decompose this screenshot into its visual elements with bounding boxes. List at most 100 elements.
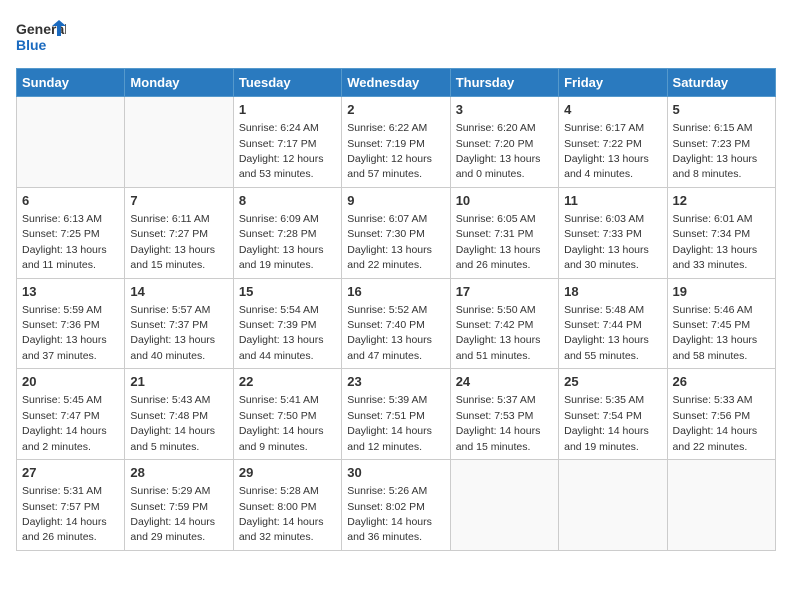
day-number: 29 [239, 464, 336, 482]
day-number: 11 [564, 192, 661, 210]
day-info: Sunrise: 5:29 AM Sunset: 7:59 PM Dayligh… [130, 485, 215, 543]
calendar-cell: 28 Sunrise: 5:29 AM Sunset: 7:59 PM Dayli… [125, 460, 233, 551]
day-number: 10 [456, 192, 553, 210]
calendar-cell [450, 460, 558, 551]
day-number: 17 [456, 283, 553, 301]
week-row-3: 13 Sunrise: 5:59 AM Sunset: 7:36 PM Dayli… [17, 278, 776, 369]
day-info: Sunrise: 6:11 AM Sunset: 7:27 PM Dayligh… [130, 213, 215, 271]
day-number: 30 [347, 464, 444, 482]
calendar-cell: 30 Sunrise: 5:26 AM Sunset: 8:02 PM Dayli… [342, 460, 450, 551]
calendar-cell [559, 460, 667, 551]
calendar-cell: 29 Sunrise: 5:28 AM Sunset: 8:00 PM Dayli… [233, 460, 341, 551]
calendar-cell [125, 97, 233, 188]
week-row-4: 20 Sunrise: 5:45 AM Sunset: 7:47 PM Dayli… [17, 369, 776, 460]
calendar-cell: 17 Sunrise: 5:50 AM Sunset: 7:42 PM Dayli… [450, 278, 558, 369]
calendar-cell: 19 Sunrise: 5:46 AM Sunset: 7:45 PM Dayli… [667, 278, 775, 369]
calendar-cell: 5 Sunrise: 6:15 AM Sunset: 7:23 PM Daylig… [667, 97, 775, 188]
day-number: 12 [673, 192, 770, 210]
calendar-table: SundayMondayTuesdayWednesdayThursdayFrid… [16, 68, 776, 551]
calendar-cell: 2Sunrise: 6:22 AM Sunset: 7:19 PM Daylig… [342, 97, 450, 188]
calendar-cell: 18Sunrise: 5:48 AM Sunset: 7:44 PM Dayli… [559, 278, 667, 369]
calendar-cell: 1 Sunrise: 6:24 AM Sunset: 7:17 PM Daylig… [233, 97, 341, 188]
day-info: Sunrise: 5:37 AM Sunset: 7:53 PM Dayligh… [456, 394, 541, 452]
calendar-cell: 21 Sunrise: 5:43 AM Sunset: 7:48 PM Dayli… [125, 369, 233, 460]
day-info: Sunrise: 5:50 AM Sunset: 7:42 PM Dayligh… [456, 304, 541, 362]
calendar-cell: 14 Sunrise: 5:57 AM Sunset: 7:37 PM Dayli… [125, 278, 233, 369]
day-info: Sunrise: 5:57 AM Sunset: 7:37 PM Dayligh… [130, 304, 215, 362]
day-info: Sunrise: 5:31 AM Sunset: 7:57 PM Dayligh… [22, 485, 107, 543]
calendar-cell: 25 Sunrise: 5:35 AM Sunset: 7:54 PM Dayli… [559, 369, 667, 460]
calendar-cell: 3 Sunrise: 6:20 AM Sunset: 7:20 PM Daylig… [450, 97, 558, 188]
calendar-cell: 26 Sunrise: 5:33 AM Sunset: 7:56 PM Dayli… [667, 369, 775, 460]
calendar-cell: 6Sunrise: 6:13 AM Sunset: 7:25 PM Daylig… [17, 187, 125, 278]
day-info: Sunrise: 6:09 AM Sunset: 7:28 PM Dayligh… [239, 213, 324, 271]
day-info: Sunrise: 5:48 AM Sunset: 7:44 PM Dayligh… [564, 304, 649, 362]
day-info: Sunrise: 5:26 AM Sunset: 8:02 PM Dayligh… [347, 485, 432, 543]
calendar-header-row: SundayMondayTuesdayWednesdayThursdayFrid… [17, 69, 776, 97]
day-info: Sunrise: 5:39 AM Sunset: 7:51 PM Dayligh… [347, 394, 432, 452]
day-number: 7 [130, 192, 227, 210]
day-number: 1 [239, 101, 336, 119]
calendar-cell: 16Sunrise: 5:52 AM Sunset: 7:40 PM Dayli… [342, 278, 450, 369]
page-header: General Blue [16, 16, 776, 60]
day-number: 28 [130, 464, 227, 482]
day-info: Sunrise: 6:15 AM Sunset: 7:23 PM Dayligh… [673, 122, 758, 180]
day-info: Sunrise: 6:20 AM Sunset: 7:20 PM Dayligh… [456, 122, 541, 180]
day-info: Sunrise: 6:17 AM Sunset: 7:22 PM Dayligh… [564, 122, 649, 180]
calendar-cell: 10 Sunrise: 6:05 AM Sunset: 7:31 PM Dayli… [450, 187, 558, 278]
day-info: Sunrise: 5:59 AM Sunset: 7:36 PM Dayligh… [22, 304, 107, 362]
calendar-cell: 12 Sunrise: 6:01 AM Sunset: 7:34 PM Dayli… [667, 187, 775, 278]
day-number: 21 [130, 373, 227, 391]
day-info: Sunrise: 6:03 AM Sunset: 7:33 PM Dayligh… [564, 213, 649, 271]
day-number: 25 [564, 373, 661, 391]
day-info: Sunrise: 6:24 AM Sunset: 7:17 PM Dayligh… [239, 122, 324, 180]
day-info: Sunrise: 5:45 AM Sunset: 7:47 PM Dayligh… [22, 394, 107, 452]
calendar-cell [667, 460, 775, 551]
calendar-cell: 9 Sunrise: 6:07 AM Sunset: 7:30 PM Daylig… [342, 187, 450, 278]
day-number: 20 [22, 373, 119, 391]
day-number: 4 [564, 101, 661, 119]
day-number: 19 [673, 283, 770, 301]
calendar-cell: 4 Sunrise: 6:17 AM Sunset: 7:22 PM Daylig… [559, 97, 667, 188]
day-info: Sunrise: 6:05 AM Sunset: 7:31 PM Dayligh… [456, 213, 541, 271]
calendar-cell: 8 Sunrise: 6:09 AM Sunset: 7:28 PM Daylig… [233, 187, 341, 278]
day-info: Sunrise: 5:28 AM Sunset: 8:00 PM Dayligh… [239, 485, 324, 543]
week-row-5: 27Sunrise: 5:31 AM Sunset: 7:57 PM Dayli… [17, 460, 776, 551]
day-info: Sunrise: 5:33 AM Sunset: 7:56 PM Dayligh… [673, 394, 758, 452]
day-info: Sunrise: 5:54 AM Sunset: 7:39 PM Dayligh… [239, 304, 324, 362]
day-number: 8 [239, 192, 336, 210]
header-day-friday: Friday [559, 69, 667, 97]
day-number: 15 [239, 283, 336, 301]
day-number: 9 [347, 192, 444, 210]
calendar-cell: 13 Sunrise: 5:59 AM Sunset: 7:36 PM Dayli… [17, 278, 125, 369]
day-number: 3 [456, 101, 553, 119]
calendar-cell: 27Sunrise: 5:31 AM Sunset: 7:57 PM Dayli… [17, 460, 125, 551]
header-day-saturday: Saturday [667, 69, 775, 97]
header-day-wednesday: Wednesday [342, 69, 450, 97]
day-number: 23 [347, 373, 444, 391]
calendar-cell: 22Sunrise: 5:41 AM Sunset: 7:50 PM Dayli… [233, 369, 341, 460]
day-number: 14 [130, 283, 227, 301]
day-info: Sunrise: 6:22 AM Sunset: 7:19 PM Dayligh… [347, 122, 432, 180]
calendar-cell: 7 Sunrise: 6:11 AM Sunset: 7:27 PM Daylig… [125, 187, 233, 278]
day-number: 13 [22, 283, 119, 301]
header-day-thursday: Thursday [450, 69, 558, 97]
logo-svg: General Blue [16, 16, 66, 60]
calendar-cell: 11 Sunrise: 6:03 AM Sunset: 7:33 PM Dayli… [559, 187, 667, 278]
day-number: 22 [239, 373, 336, 391]
day-number: 6 [22, 192, 119, 210]
day-number: 5 [673, 101, 770, 119]
header-day-sunday: Sunday [17, 69, 125, 97]
day-info: Sunrise: 5:35 AM Sunset: 7:54 PM Dayligh… [564, 394, 649, 452]
svg-text:Blue: Blue [16, 37, 47, 53]
day-info: Sunrise: 6:07 AM Sunset: 7:30 PM Dayligh… [347, 213, 432, 271]
calendar-cell: 20 Sunrise: 5:45 AM Sunset: 7:47 PM Dayli… [17, 369, 125, 460]
calendar-cell: 15 Sunrise: 5:54 AM Sunset: 7:39 PM Dayli… [233, 278, 341, 369]
calendar-cell [17, 97, 125, 188]
calendar-cell: 24Sunrise: 5:37 AM Sunset: 7:53 PM Dayli… [450, 369, 558, 460]
day-info: Sunrise: 6:01 AM Sunset: 7:34 PM Dayligh… [673, 213, 758, 271]
day-info: Sunrise: 5:46 AM Sunset: 7:45 PM Dayligh… [673, 304, 758, 362]
day-number: 26 [673, 373, 770, 391]
day-info: Sunrise: 5:43 AM Sunset: 7:48 PM Dayligh… [130, 394, 215, 452]
calendar-cell: 23 Sunrise: 5:39 AM Sunset: 7:51 PM Dayli… [342, 369, 450, 460]
